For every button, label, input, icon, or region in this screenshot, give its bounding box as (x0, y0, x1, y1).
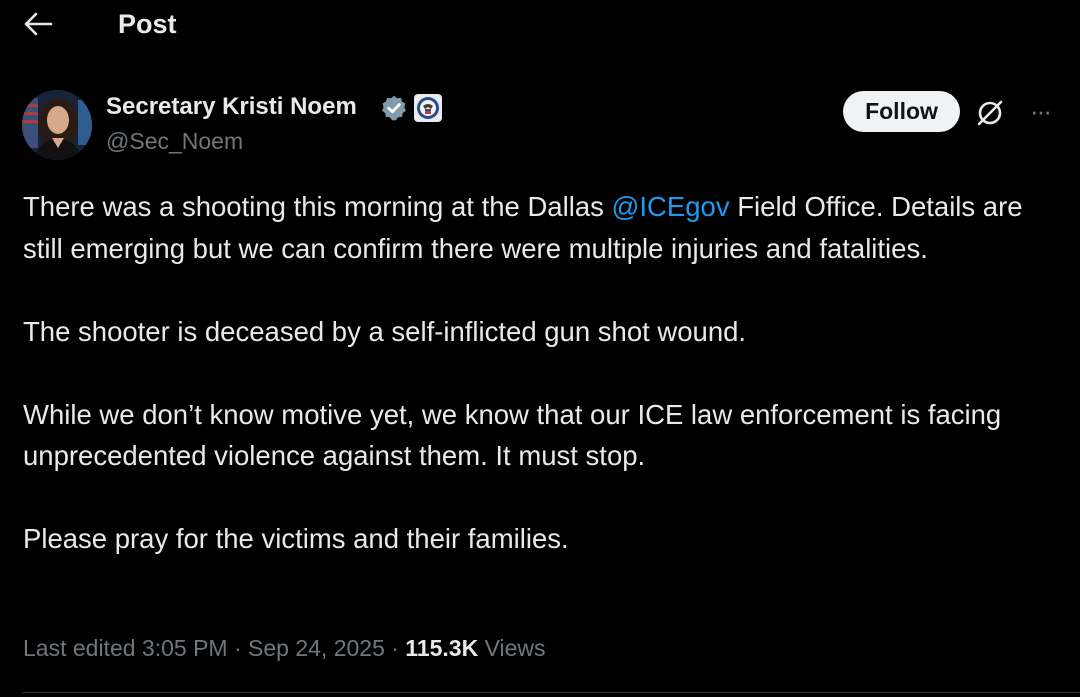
post-text-segment: There was a shooting this morning at the… (23, 191, 612, 222)
follow-button[interactable]: Follow (843, 91, 960, 132)
views-count: 115.3K (405, 635, 479, 661)
more-horizontal-icon: ··· (1030, 95, 1052, 126)
post-paragraph: Please pray for the victims and their fa… (23, 523, 569, 554)
post-paragraph: There was a shooting this morning at the… (23, 186, 1063, 269)
author-handle[interactable]: @Sec_Noem (106, 126, 243, 156)
mention-link[interactable]: @ICEgov (612, 191, 730, 222)
edited-timestamp[interactable]: Last edited 3:05 PM · Sep 24, 2025 · (23, 635, 405, 661)
grok-button[interactable] (973, 96, 1007, 130)
page-title: Post (118, 9, 177, 39)
divider (22, 692, 1080, 693)
more-options-button[interactable]: ··· (1020, 96, 1060, 126)
verified-badge-icon (382, 95, 406, 121)
post-text: There was a shooting this morning at the… (23, 186, 1063, 560)
post-paragraph: While we don’t know motive yet, we know … (23, 398, 1002, 472)
arrow-left-icon (24, 12, 53, 36)
views-label: Views (478, 635, 546, 661)
top-bar: Post (0, 0, 1080, 50)
author-name[interactable]: Secretary Kristi Noem (106, 92, 357, 122)
post-paragraph: The shooter is deceased by a self-inflic… (23, 315, 747, 347)
dhs-seal-icon[interactable] (414, 94, 442, 122)
avatar[interactable] (22, 90, 92, 160)
post-meta: Last edited 3:05 PM · Sep 24, 2025 · 115… (23, 632, 546, 664)
back-button[interactable] (20, 6, 56, 42)
grok-icon (977, 100, 1003, 126)
